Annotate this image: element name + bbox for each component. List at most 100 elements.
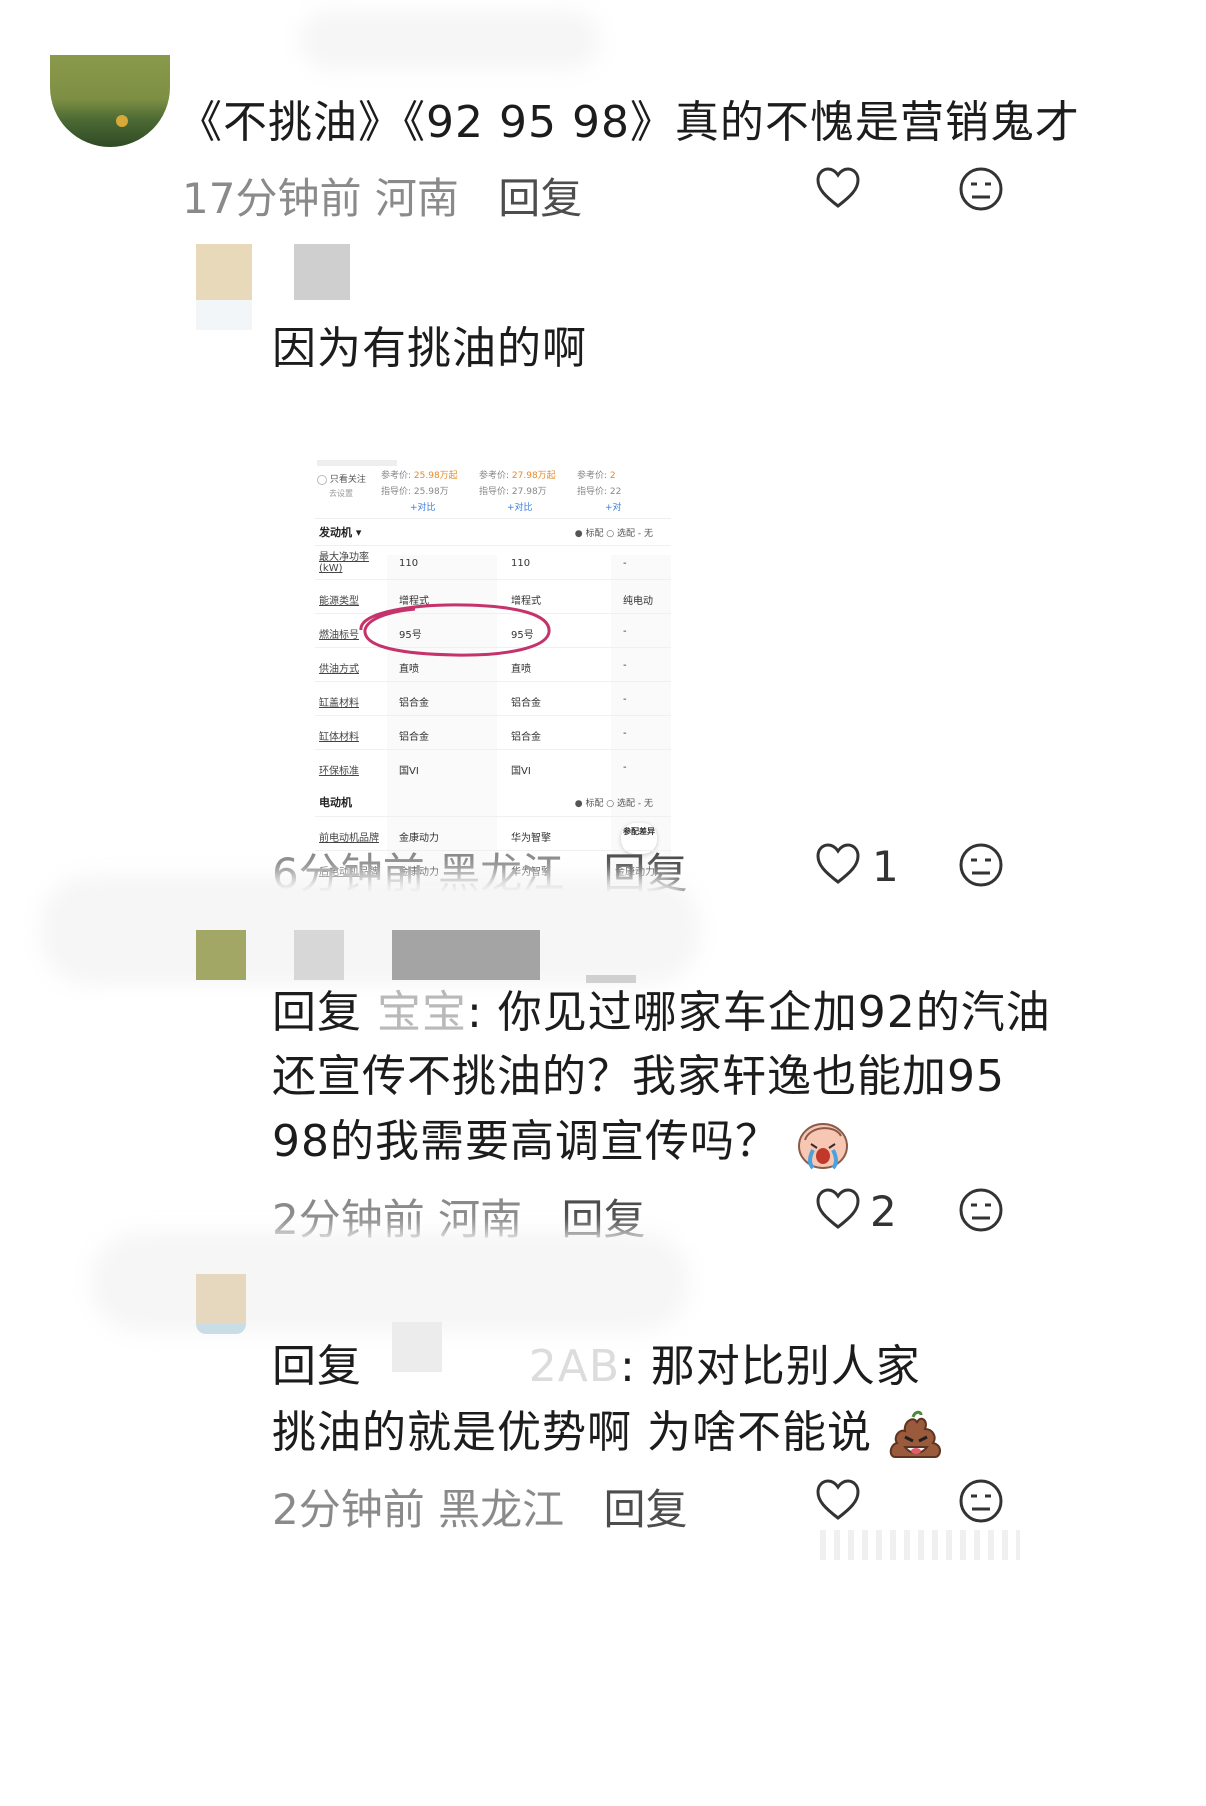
price-col-3: 参考价: 2 指导价: 22 xyxy=(577,468,621,497)
row-label[interactable]: 缸盖材料 xyxy=(319,694,359,709)
follow-label: 只看关注 xyxy=(329,475,366,485)
avatar[interactable] xyxy=(196,244,252,300)
divider xyxy=(315,518,671,519)
row-label[interactable]: 能源类型 xyxy=(319,592,359,607)
blurred-username xyxy=(392,930,540,980)
ref-label: 参考价: xyxy=(577,471,608,481)
avatar-fade xyxy=(196,300,252,330)
legend: ● 标配 ○ 选配 - 无 xyxy=(574,529,653,539)
meh-face-icon[interactable] xyxy=(958,842,1004,888)
blurred-region xyxy=(90,1232,690,1332)
ref-price: 2 xyxy=(609,471,616,481)
comment-location: 黑龙江 xyxy=(438,1485,565,1534)
mention-tail: 2AB xyxy=(528,1341,620,1392)
settings-link[interactable]: 去设置 xyxy=(329,488,353,499)
toggle-icon[interactable] xyxy=(317,474,327,485)
mention[interactable]: 2AB xyxy=(362,1330,620,1404)
blurred-username xyxy=(300,10,600,70)
reply-button[interactable]: 回复 xyxy=(603,1485,687,1534)
cell: - xyxy=(623,728,627,739)
blurred-username xyxy=(294,930,344,980)
guide-label: 指导价: xyxy=(577,487,608,497)
ref-price: 25.98万起 xyxy=(413,471,458,481)
comment-line: : 那对比别人家 xyxy=(620,1341,921,1392)
ref-label: 参考价: xyxy=(479,471,510,481)
avatar[interactable] xyxy=(196,1274,246,1324)
avatar[interactable] xyxy=(196,930,246,980)
heart-icon[interactable] xyxy=(815,842,861,886)
row-label[interactable]: 供油方式 xyxy=(319,660,359,675)
guide-label: 指导价: xyxy=(479,487,510,497)
section-title: 发动机 xyxy=(319,526,352,539)
circle-highlight xyxy=(359,603,551,657)
row-label[interactable]: 最大净功率(kW) xyxy=(319,552,371,574)
reply-button[interactable]: 回复 xyxy=(498,174,582,223)
cut-line xyxy=(317,460,397,466)
heart-icon[interactable] xyxy=(815,1478,861,1522)
section-motor[interactable]: 电动机 xyxy=(319,794,352,810)
avatar[interactable] xyxy=(50,55,170,147)
mention[interactable]: 宝宝 xyxy=(377,987,467,1038)
compare-button[interactable]: +对比 xyxy=(410,500,436,513)
guide-label: 指导价: xyxy=(381,487,412,497)
comment-text: 回复 2AB: 那对比别人家 xyxy=(272,1330,921,1404)
row-label[interactable]: 缸体材料 xyxy=(319,728,359,743)
reply-prefix: 回复 xyxy=(272,987,362,1038)
ref-price: 27.98万起 xyxy=(511,471,556,481)
comment-text: 《不挑油》《92 95 98》真的不愧是营销鬼才 xyxy=(178,97,1080,148)
avatar-edge xyxy=(196,1324,246,1334)
comment-line: 98的我需要高调宣传吗？ xyxy=(272,1105,851,1179)
heart-icon[interactable] xyxy=(815,166,861,210)
crying-face-emoji xyxy=(798,1123,848,1170)
table-row: 环保标准 国VI 国VI - xyxy=(315,749,671,788)
guide-price: 22 xyxy=(609,487,622,497)
like-count: 1 xyxy=(872,842,899,891)
cell: 铝合金 xyxy=(399,698,429,709)
comment-time: 17分钟前 xyxy=(182,174,362,223)
comment-line: : 你见过哪家车企加92的汽油 xyxy=(467,987,1051,1038)
section-engine[interactable]: 发动机 ▾ xyxy=(319,524,361,540)
heart-icon[interactable] xyxy=(815,1187,861,1231)
comment-line: 挑油的就是优势啊 为啥不能说 xyxy=(272,1396,945,1470)
compare-button[interactable]: +对 xyxy=(605,500,622,513)
meh-face-icon[interactable] xyxy=(958,1478,1004,1524)
ref-label: 参考价: xyxy=(381,471,412,481)
cell: 国VI xyxy=(511,766,531,777)
cell: 铝合金 xyxy=(399,732,429,743)
mischief-poop-emoji xyxy=(889,1410,941,1458)
price-col-2: 参考价: 27.98万起 指导价: 27.98万 xyxy=(479,468,556,497)
cell: 国VI xyxy=(399,766,419,777)
price-col-1: 参考价: 25.98万起 指导价: 25.98万 xyxy=(381,468,458,497)
cell: 110 xyxy=(511,558,531,569)
watermark xyxy=(820,1530,1020,1560)
cell: 直喷 xyxy=(511,664,531,675)
meh-face-icon[interactable] xyxy=(958,166,1004,212)
cell: 铝合金 xyxy=(511,698,541,709)
legend: ● 标配 ○ 选配 - 无 xyxy=(574,799,653,809)
cell: 直喷 xyxy=(399,664,419,675)
cell: - xyxy=(623,558,627,569)
cell: 纯电动 xyxy=(623,596,653,607)
cell: 铝合金 xyxy=(511,732,541,743)
cell: - xyxy=(623,694,627,705)
cell: - xyxy=(623,660,627,671)
comment-meta: 17分钟前 河南 回复 xyxy=(182,165,582,226)
comment-location: 河南 xyxy=(374,174,459,223)
like-count: 2 xyxy=(870,1187,897,1236)
comment-line: 还宣传不挑油的？我家轩逸也能加95 xyxy=(272,1051,1005,1102)
comment-text: 因为有挑油的啊 xyxy=(272,323,587,374)
meh-face-icon[interactable] xyxy=(958,1187,1004,1233)
cell: 110 xyxy=(399,558,419,569)
cell: - xyxy=(623,626,627,637)
comment-line-text: 98的我需要高调宣传吗？ xyxy=(272,1116,780,1167)
blurred-username xyxy=(294,244,350,300)
follow-filter[interactable]: 只看关注 xyxy=(317,472,366,485)
comment-meta: 2分钟前 黑龙江 回复 xyxy=(272,1476,687,1537)
blurred-region xyxy=(40,875,700,985)
reply-prefix: 回复 xyxy=(272,1341,362,1392)
row-label[interactable]: 环保标准 xyxy=(319,762,359,777)
cell: - xyxy=(623,762,627,773)
guide-price: 25.98万 xyxy=(413,487,449,497)
compare-button[interactable]: +对比 xyxy=(507,500,533,513)
row-label[interactable]: 燃油标号 xyxy=(319,626,359,641)
